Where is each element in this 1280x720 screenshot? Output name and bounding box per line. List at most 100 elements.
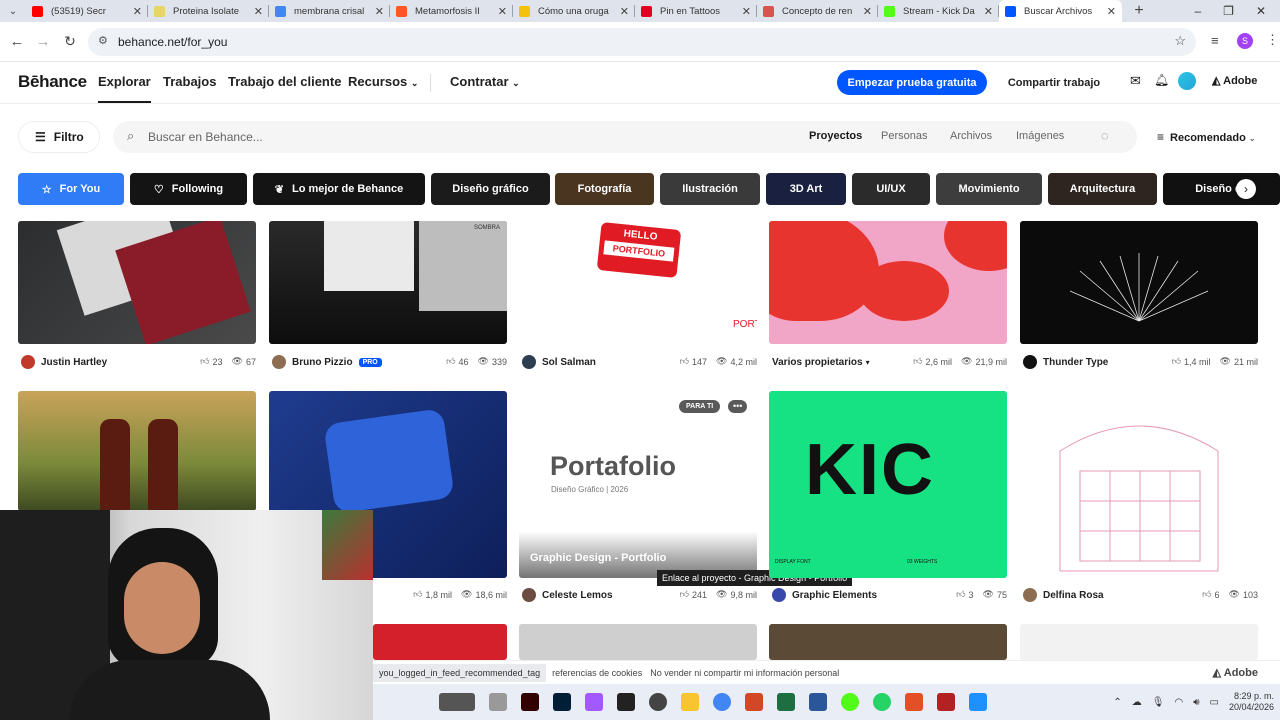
clock[interactable]: 8:29 p. m. 20/04/2026 xyxy=(1229,691,1274,713)
project-thumbnail[interactable] xyxy=(1020,391,1258,578)
new-tab-icon[interactable]: + xyxy=(1128,0,1150,22)
project-thumbnail[interactable]: PARA TI ••• Portafolio Diseño Gráfico | … xyxy=(519,391,757,578)
footer-adobe-logo[interactable]: ◭ Adobe xyxy=(1213,666,1258,679)
bookmark-star-icon[interactable]: ☆ xyxy=(1174,33,1186,49)
tab-close-icon[interactable]: ✕ xyxy=(1107,5,1116,18)
app-icon[interactable] xyxy=(905,693,923,711)
browser-tab[interactable]: (53519) Secr ✕ xyxy=(26,0,148,22)
illustrator-icon[interactable] xyxy=(521,693,539,711)
kick-icon[interactable] xyxy=(841,693,859,711)
chrome-icon[interactable] xyxy=(713,693,731,711)
tab-close-icon[interactable]: ✕ xyxy=(375,5,384,18)
category-chip[interactable]: Arquitectura xyxy=(1048,173,1157,205)
figma-icon[interactable] xyxy=(585,693,603,711)
adobe-link[interactable]: ◭ Adobe xyxy=(1212,74,1257,87)
category-chip[interactable]: Diseño de xyxy=(1163,173,1280,205)
free-trial-button[interactable]: Empezar prueba gratuita xyxy=(837,70,987,95)
category-chip[interactable]: ❦ Lo mejor de Behance xyxy=(253,173,425,205)
category-chip[interactable]: Fotografía xyxy=(555,173,654,205)
category-chip[interactable]: UI/UX xyxy=(852,173,930,205)
tab-search-icon[interactable]: ⌄ xyxy=(0,0,26,22)
powerpoint-icon[interactable] xyxy=(745,693,763,711)
category-chip[interactable]: 3D Art xyxy=(766,173,846,205)
whatsapp-icon[interactable] xyxy=(873,693,891,711)
obs-icon[interactable] xyxy=(649,693,667,711)
capcut-icon[interactable] xyxy=(617,693,635,711)
nav-contratar[interactable]: Contratar ⌄ xyxy=(450,74,520,89)
reload-icon[interactable]: ↻ xyxy=(59,31,81,53)
search-type-imagenes[interactable]: Imágenes xyxy=(1016,130,1064,142)
project-owner[interactable]: Sol Salman xyxy=(522,355,596,369)
project-owner[interactable]: Varios propietarios ▾ xyxy=(772,355,870,369)
browser-tab[interactable]: membrana crisal ✕ xyxy=(269,0,390,22)
wifi-icon[interactable]: ◠ xyxy=(1174,697,1183,708)
category-chip[interactable]: Diseño gráfico xyxy=(431,173,550,205)
project-owner[interactable]: Delfina Rosa xyxy=(1023,588,1104,602)
close-window-icon[interactable]: ✕ xyxy=(1256,4,1266,18)
browser-tab[interactable]: Metamorfosis II ✕ xyxy=(390,0,513,22)
project-thumbnail[interactable] xyxy=(519,624,757,660)
more-options-icon[interactable]: ••• xyxy=(728,400,748,413)
cloud-icon[interactable]: ☁ xyxy=(1132,697,1142,708)
forward-icon[interactable]: → xyxy=(32,31,54,53)
menu-icon[interactable]: ⋮ xyxy=(1266,32,1279,48)
back-icon[interactable]: ← xyxy=(6,31,28,53)
nav-trabajos[interactable]: Trabajos xyxy=(163,74,216,89)
search-type-personas[interactable]: Personas xyxy=(881,130,927,142)
project-thumbnail[interactable] xyxy=(18,221,256,344)
share-work-button[interactable]: Compartir trabajo xyxy=(998,70,1110,95)
browser-tab[interactable]: Stream - Kick Da ✕ xyxy=(878,0,999,22)
nav-trabajo-cliente[interactable]: Trabajo del cliente xyxy=(228,74,341,89)
app-icon[interactable] xyxy=(969,693,987,711)
tab-close-icon[interactable]: ✕ xyxy=(133,5,142,18)
project-owner[interactable]: Celeste Lemos xyxy=(522,588,613,602)
project-owner[interactable]: Graphic Elements xyxy=(772,588,877,602)
category-chip[interactable]: ☆ For You xyxy=(18,173,124,205)
do-not-sell-link[interactable]: No vender ni compartir mi información pe… xyxy=(650,668,839,678)
task-view-thumbnail-icon[interactable] xyxy=(439,693,475,711)
project-thumbnail[interactable]: KIC DISPLAY FONT 03 WEIGHTS xyxy=(769,391,1007,578)
project-owner[interactable]: Justin Hartley xyxy=(21,355,107,369)
file-explorer-icon[interactable] xyxy=(489,693,507,711)
tab-close-icon[interactable]: ✕ xyxy=(254,5,263,18)
browser-tab[interactable]: Pin en Tattoos ✕ xyxy=(635,0,757,22)
category-chip[interactable]: Movimiento xyxy=(936,173,1042,205)
search-type-archivos[interactable]: Archivos xyxy=(950,130,992,142)
sort-dropdown[interactable]: ≡ Recomendado ⌄ xyxy=(1157,130,1256,144)
restore-icon[interactable]: ❐ xyxy=(1223,4,1234,18)
category-chip[interactable]: ♡ Following xyxy=(130,173,247,205)
app-icon[interactable] xyxy=(937,693,955,711)
messages-icon[interactable]: ✉ xyxy=(1130,73,1141,89)
folder-icon[interactable] xyxy=(681,693,699,711)
microphone-icon[interactable]: 🎙︎ xyxy=(1152,697,1165,708)
project-owner[interactable]: Thunder Type xyxy=(1023,355,1108,369)
nav-recursos[interactable]: Recursos ⌄ xyxy=(348,74,418,89)
profile-avatar[interactable]: S xyxy=(1237,33,1253,49)
project-thumbnail[interactable] xyxy=(769,221,1007,344)
chevron-up-icon[interactable]: ⌃ xyxy=(1113,697,1121,708)
behance-logo[interactable]: Bēhance xyxy=(18,72,87,92)
word-icon[interactable] xyxy=(809,693,827,711)
user-avatar[interactable] xyxy=(1178,72,1196,90)
project-thumbnail[interactable] xyxy=(1020,221,1258,344)
project-thumbnail[interactable] xyxy=(18,391,256,511)
browser-tab[interactable]: Concepto de ren ✕ xyxy=(757,0,878,22)
project-owner[interactable]: Bruno Pizzio PRO xyxy=(272,355,382,369)
search-type-proyectos[interactable]: Proyectos xyxy=(809,130,862,142)
search-input[interactable]: Buscar en Behance... xyxy=(148,130,263,144)
minimize-icon[interactable]: – xyxy=(1194,4,1201,18)
excel-icon[interactable] xyxy=(777,693,795,711)
browser-tab[interactable]: Cómo una oruga ✕ xyxy=(513,0,635,22)
project-thumbnail[interactable] xyxy=(769,624,1007,660)
project-thumbnail[interactable] xyxy=(1020,624,1258,660)
project-thumbnail[interactable]: SOMBRA xyxy=(269,221,507,344)
tab-close-icon[interactable]: ✕ xyxy=(863,5,872,18)
media-controls-icon[interactable]: ≡ xyxy=(1211,33,1219,48)
tab-close-icon[interactable]: ✕ xyxy=(742,5,751,18)
tab-close-icon[interactable]: ✕ xyxy=(498,5,507,18)
tab-close-icon[interactable]: ✕ xyxy=(984,5,993,18)
browser-tab[interactable]: Buscar Archivos ✕ xyxy=(999,0,1122,22)
project-thumbnail[interactable] xyxy=(373,624,507,660)
project-thumbnail[interactable]: HELLO PORTFOLIO PORT xyxy=(519,221,757,344)
notifications-bell-icon[interactable]: 🔔︎ xyxy=(1154,73,1169,87)
